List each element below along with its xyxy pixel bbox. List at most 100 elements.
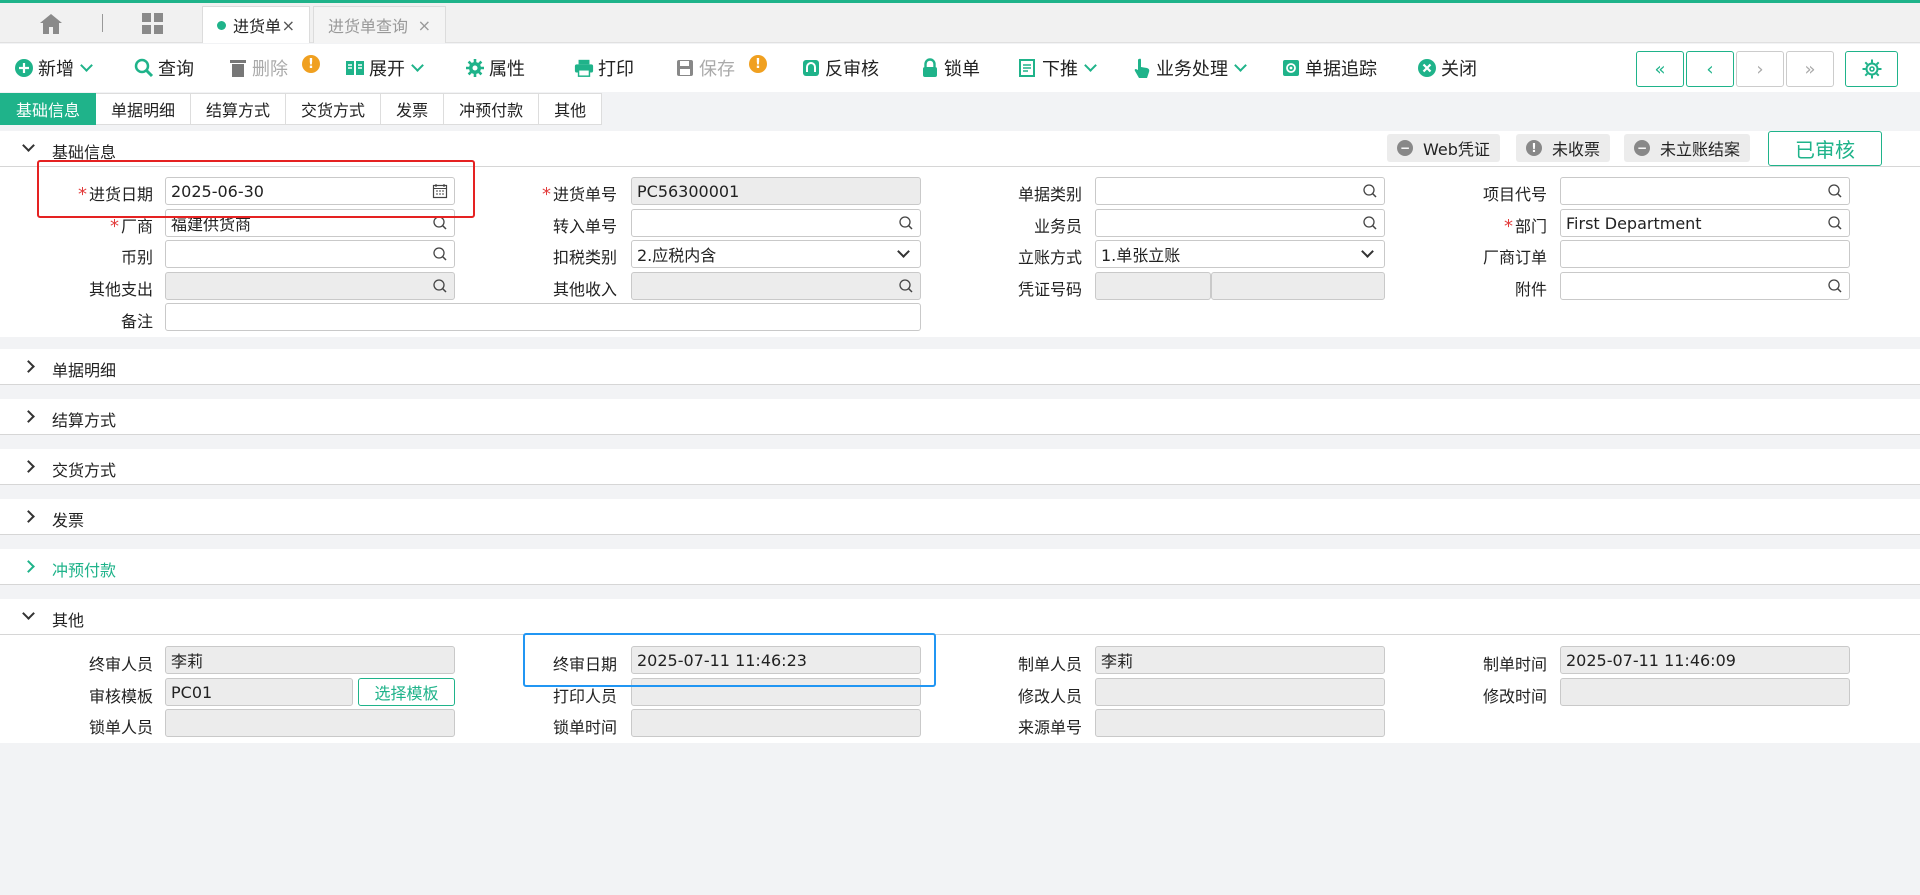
tab-label: 进货单 [233,17,282,36]
search-icon[interactable] [1362,215,1378,231]
close-button[interactable]: 关闭 [1417,54,1477,82]
field-value: 2025-07-11 11:46:09 [1566,650,1736,670]
search-icon[interactable] [432,246,448,262]
close-icon[interactable]: × [282,16,295,35]
search-icon[interactable] [1827,278,1843,294]
other-income-field[interactable] [631,272,921,300]
chevron-down-icon[interactable] [411,58,424,72]
last-record-button[interactable]: » [1786,51,1834,87]
chevron-down-icon[interactable] [897,245,910,258]
tab-purchase-order[interactable]: 进货单 × [202,6,310,43]
settings-button[interactable] [1845,51,1898,87]
section-header-settlement[interactable]: 结算方式 [0,399,1920,435]
section-header-prepay[interactable]: 冲预付款 [0,549,1920,585]
currency-field[interactable] [165,240,455,268]
search-icon[interactable] [1827,183,1843,199]
chevron-down-icon [22,607,35,620]
section-header-other[interactable]: 其他 [0,599,1920,635]
doc-type-field[interactable] [1095,177,1385,205]
currency-label: 币别 [120,248,153,267]
prev-record-button[interactable]: ‹ [1686,51,1734,87]
project-code-field[interactable] [1560,177,1850,205]
trace-icon [1281,58,1301,78]
vendor-order-field[interactable] [1560,240,1850,268]
search-icon[interactable] [898,278,914,294]
dept-field[interactable]: First Department [1560,209,1850,237]
section-tab-basic[interactable]: 基础信息 [0,93,97,125]
first-record-button[interactable]: « [1636,51,1684,87]
expand-button[interactable]: 展开 [345,54,424,82]
apps-grid-icon[interactable] [140,11,166,37]
attachment-field[interactable] [1560,272,1850,300]
section-tab-invoice[interactable]: 发票 [381,93,445,125]
push-down-label: 下推 [1042,59,1078,80]
source-no-field [1095,709,1385,737]
chevron-down-icon[interactable] [80,58,93,72]
transfer-no-field[interactable] [631,209,921,237]
section-tab-detail[interactable]: 单据明细 [96,93,192,125]
close-icon[interactable]: × [418,16,431,35]
voucher-no-label: 凭证号码 [1017,280,1082,299]
select-template-button[interactable]: 选择模板 [358,678,455,706]
remark-field[interactable] [165,303,921,331]
modifier-label: 修改人员 [1017,687,1082,706]
section-tab-other[interactable]: 其他 [539,93,603,125]
unreview-button[interactable]: 反审核 [801,54,879,82]
home-icon[interactable] [36,12,66,36]
account-method-select[interactable]: 1.单张立账 [1095,240,1385,268]
chevron-right-icon [22,510,35,523]
print-button[interactable]: 打印 [574,54,634,82]
lock-time-field [631,709,921,737]
label-text: 部门 [1514,217,1547,236]
lock-button[interactable]: 锁单 [920,54,980,82]
chevron-down-icon[interactable] [1361,245,1374,258]
business-button[interactable]: 业务处理 [1132,54,1247,82]
section-header-detail[interactable]: 单据明细 [0,349,1920,385]
search-icon[interactable] [1362,183,1378,199]
push-down-button[interactable]: 下推 [1018,54,1097,82]
search-icon[interactable] [898,215,914,231]
tax-type-select[interactable]: 2.应税内含 [631,240,921,268]
business-label: 业务处理 [1156,59,1228,80]
save-button[interactable]: 保存! [675,54,767,82]
field-value: PC56300001 [637,181,740,201]
toolbar: 新增 查询 删除! 展开 属性 打印 保存! 反审核 锁单 下推 业务处理 单据… [0,44,1920,92]
salesman-field[interactable] [1095,209,1385,237]
other-expense-field[interactable] [165,272,455,300]
search-icon[interactable] [1827,215,1843,231]
not-invoiced-badge: ! 未收票 [1516,134,1611,162]
next-record-button[interactable]: › [1736,51,1784,87]
web-voucher-badge: − Web凭证 [1387,134,1500,162]
search-icon[interactable] [432,278,448,294]
section-title: 单据明细 [52,361,117,380]
chevron-down-icon[interactable] [1084,58,1097,72]
tab-label: 进货单查询 [328,17,409,36]
section-title: 冲预付款 [52,561,117,580]
new-button[interactable]: 新增 [14,54,93,82]
modified-time-field [1560,678,1850,706]
hand-pointer-icon [1132,58,1152,78]
minus-icon: − [1634,140,1650,156]
required-mark: * [109,216,119,237]
trace-button[interactable]: 单据追踪 [1281,54,1377,82]
section-title: 交货方式 [52,461,117,480]
lock-time-label: 锁单时间 [552,718,617,737]
section-title: 其他 [52,611,85,630]
close-circle-icon [1417,58,1437,78]
section-header-invoice[interactable]: 发票 [0,499,1920,535]
tax-type-label: 扣税类别 [552,248,617,267]
search-icon [134,58,154,78]
section-tab-delivery[interactable]: 交货方式 [286,93,382,125]
delete-button[interactable]: 删除! [228,54,320,82]
section-tab-settlement[interactable]: 结算方式 [191,93,287,125]
print-label: 打印 [598,59,634,80]
locker-label: 锁单人员 [88,718,153,737]
query-button[interactable]: 查询 [134,54,194,82]
properties-button[interactable]: 属性 [465,54,525,82]
section-tab-prepay[interactable]: 冲预付款 [444,93,540,125]
section-header-delivery[interactable]: 交货方式 [0,449,1920,485]
tab-purchase-query[interactable]: 进货单查询 × [313,6,446,43]
chevron-down-icon[interactable] [1234,58,1247,72]
not-settled-badge: − 未立账结案 [1624,134,1751,162]
modifier-field [1095,678,1385,706]
